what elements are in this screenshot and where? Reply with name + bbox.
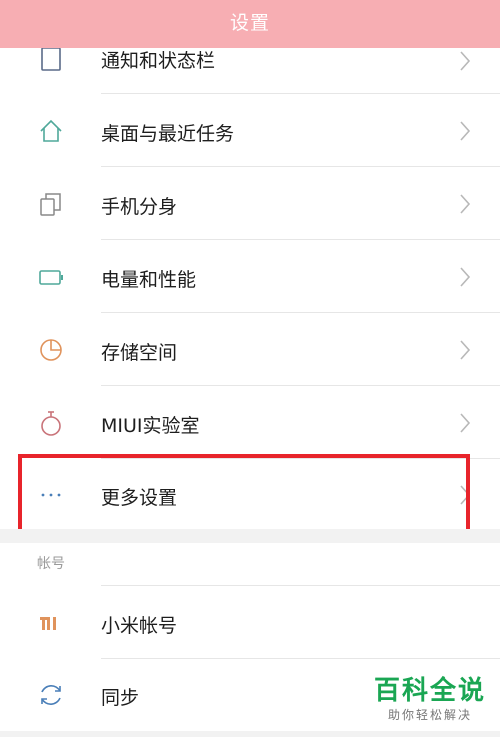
settings-item-label: 手机分身 xyxy=(101,196,178,218)
section-header-account: 帐号 xyxy=(37,556,65,572)
chevron-right-icon xyxy=(460,413,471,433)
settings-item-mi-account[interactable]: 小米帐号 xyxy=(0,586,500,658)
dual-apps-icon xyxy=(40,193,61,216)
settings-item-desktop[interactable]: 桌面与最近任务 xyxy=(0,94,500,166)
watermark-subtitle: 助你轻松解决 xyxy=(387,708,472,722)
settings-item-label: MIUI实验室 xyxy=(101,415,200,437)
settings-item-label: 电量和性能 xyxy=(101,269,197,291)
highlight-box xyxy=(18,454,470,540)
watermark-title: 百科全说 xyxy=(373,676,486,706)
mi-logo-icon xyxy=(40,617,56,630)
settings-item-storage[interactable]: 存储空间 xyxy=(0,313,500,385)
chevron-right-icon xyxy=(460,340,471,360)
settings-item-label: 通知和状态栏 xyxy=(101,50,216,72)
chevron-right-icon xyxy=(460,121,471,141)
settings-item-label: 同步 xyxy=(101,687,140,709)
battery-icon xyxy=(39,270,63,285)
page-title: 设置 xyxy=(229,12,270,34)
settings-item-label: 小米帐号 xyxy=(101,615,178,637)
chevron-right-icon xyxy=(460,51,471,71)
top-bar: 设置 xyxy=(0,0,500,48)
settings-item-battery[interactable]: 电量和性能 xyxy=(0,240,500,312)
watermark: 百科全说 助你轻松解决 xyxy=(374,676,486,723)
settings-item-label: 存储空间 xyxy=(101,342,178,364)
sync-icon xyxy=(41,685,61,705)
storage-pie-icon xyxy=(40,339,62,361)
settings-item-label: 桌面与最近任务 xyxy=(101,123,235,145)
chevron-right-icon xyxy=(460,267,471,287)
home-icon xyxy=(40,119,62,142)
bottom-strip xyxy=(0,731,500,737)
section-gap xyxy=(0,529,500,543)
settings-item-dual-apps[interactable]: 手机分身 xyxy=(0,167,500,239)
chevron-right-icon xyxy=(460,194,471,214)
settings-item-miui-lab[interactable]: MIUI实验室 xyxy=(0,386,500,458)
lab-flask-icon xyxy=(41,411,61,436)
